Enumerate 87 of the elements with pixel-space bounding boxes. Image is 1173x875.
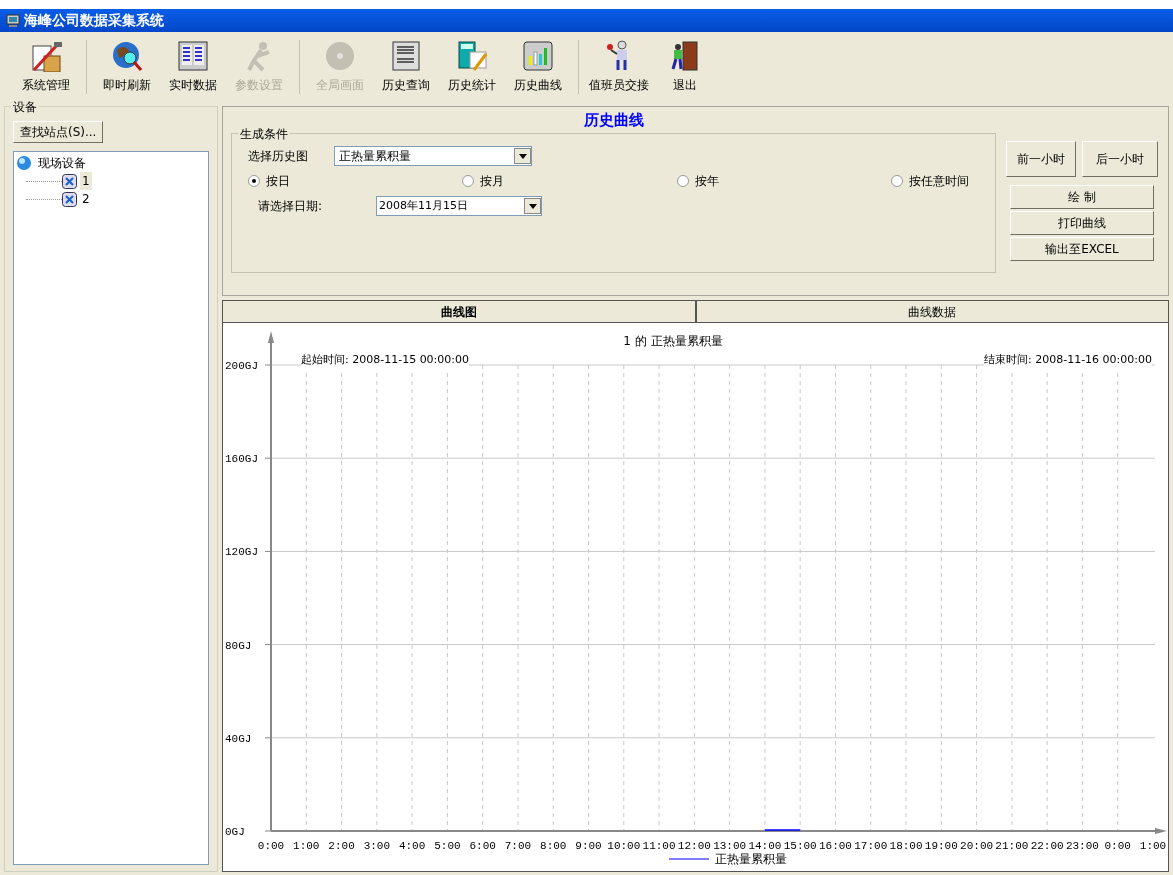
x-tick-label: 5:00	[434, 840, 461, 852]
toolbar-button[interactable]: 退出	[653, 39, 717, 94]
toolbar-button[interactable]: 即时刷新	[95, 39, 159, 94]
x-tick-label: 18:00	[889, 840, 923, 852]
globe-icon	[111, 39, 143, 72]
action-button[interactable]: 绘 制	[1010, 185, 1154, 209]
dropdown-arrow-icon	[528, 203, 537, 209]
start-time-label: 起始时间: 2008-11-15 00:00:00	[301, 352, 470, 369]
x-tick-label: 6:00	[469, 840, 496, 852]
toolbar-button[interactable]: 历史曲线	[506, 39, 570, 94]
device-x-icon	[62, 191, 77, 207]
action-button[interactable]: 打印曲线	[1010, 211, 1154, 235]
x-tick-label: 1:00	[1139, 840, 1167, 852]
end-time-label: 结束时间: 2008-11-16 00:00:00	[983, 352, 1152, 369]
x-tick-label: 17:00	[854, 840, 888, 852]
x-tick-label: 12:00	[677, 840, 711, 852]
radio-button[interactable]	[891, 175, 903, 187]
y-tick-label: 200GJ	[225, 360, 258, 372]
dropdown-arrow-icon	[518, 153, 527, 159]
chart-select[interactable]: 正热量累积量	[334, 146, 532, 166]
x-tick-label: 22:00	[1030, 840, 1064, 852]
x-tick-label: 1:00	[293, 840, 320, 852]
group-title: 生成条件	[238, 125, 290, 143]
x-tick-label: 21:00	[995, 840, 1029, 852]
legend-line	[668, 858, 710, 860]
y-tick-label: 80GJ	[225, 639, 252, 652]
y-tick-label: 40GJ	[225, 732, 252, 745]
radio-label: 按日	[266, 173, 290, 190]
legend-label: 正热量累积量	[715, 852, 787, 866]
x-tick-label: 2:00	[328, 840, 355, 852]
x-tick-label: 8:00	[540, 840, 567, 852]
x-tick-label: 0:00	[257, 840, 285, 852]
action-button[interactable]: 查找站点(S)...	[13, 121, 104, 143]
computer-icon	[6, 13, 20, 28]
x-tick-label: 20:00	[960, 840, 994, 852]
x-tick-label: 14:00	[748, 840, 782, 852]
doc-icon	[390, 39, 422, 72]
tab[interactable]: 曲线数据	[695, 300, 1169, 322]
chart-title: 1 的 正热量累积量	[623, 334, 723, 348]
x-tick-label: 0:00	[1104, 840, 1131, 852]
panel-title: 历史曲线	[583, 109, 644, 131]
globe-icon	[16, 155, 32, 171]
series-line	[764, 829, 801, 831]
action-button[interactable]: 前一小时	[1006, 141, 1076, 177]
disc-icon	[324, 39, 356, 72]
radio-button[interactable]	[248, 175, 260, 187]
y-tick-label: 120GJ	[225, 546, 258, 559]
radio-label: 按任意时间	[909, 173, 969, 190]
x-tick-label: 10:00	[607, 840, 641, 852]
y-tick-label: 0GJ	[225, 826, 245, 838]
x-tick-label: 15:00	[783, 840, 817, 852]
calc-icon	[456, 39, 488, 72]
x-tick-label: 13:00	[713, 840, 747, 852]
toolbar-button[interactable]: 系统管理	[14, 39, 78, 94]
toolbar-button[interactable]: 值班员交接	[587, 39, 651, 94]
bars-icon	[522, 39, 554, 72]
x-tick-label: 7:00	[504, 840, 532, 852]
date-picker[interactable]: 2008年11月15日	[376, 196, 543, 216]
group-title: 设备	[11, 98, 39, 116]
y-tick-label: 160GJ	[225, 453, 258, 466]
field-label: 请选择日期:	[258, 198, 323, 215]
tab[interactable]: 曲线图	[222, 300, 696, 322]
panel-icon	[177, 39, 209, 72]
x-tick-label: 19:00	[924, 840, 958, 852]
tree-item[interactable]: 1	[80, 172, 92, 190]
device-x-icon	[62, 173, 77, 189]
action-button[interactable]: 后一小时	[1082, 141, 1158, 177]
x-tick-label: 9:00	[575, 840, 602, 852]
x-tick-label: 11:00	[642, 840, 676, 852]
tree-item[interactable]: 2	[80, 190, 92, 208]
radio-label: 按年	[694, 173, 719, 190]
window-title: 海峰公司数据采集系统	[24, 11, 164, 31]
x-tick-label: 4:00	[398, 840, 426, 852]
radio-button[interactable]	[462, 175, 475, 187]
x-tick-label: 23:00	[1065, 840, 1099, 852]
toolbar-button[interactable]: 实时数据	[161, 39, 225, 94]
toolbar-button[interactable]: 历史查询	[374, 39, 438, 94]
x-tick-label: 16:00	[818, 840, 852, 852]
action-button[interactable]: 输出至EXCEL	[1010, 237, 1154, 261]
radio-button[interactable]	[676, 175, 689, 187]
x-tick-label: 3:00	[363, 840, 391, 852]
door-icon	[669, 39, 701, 72]
tree-item[interactable]: 现场设备	[36, 154, 88, 172]
field-label: 选择历史图	[248, 148, 308, 165]
toolbar-button[interactable]: 历史统计	[440, 39, 504, 94]
tools-icon	[30, 39, 62, 72]
radio-label: 按月	[480, 173, 505, 190]
